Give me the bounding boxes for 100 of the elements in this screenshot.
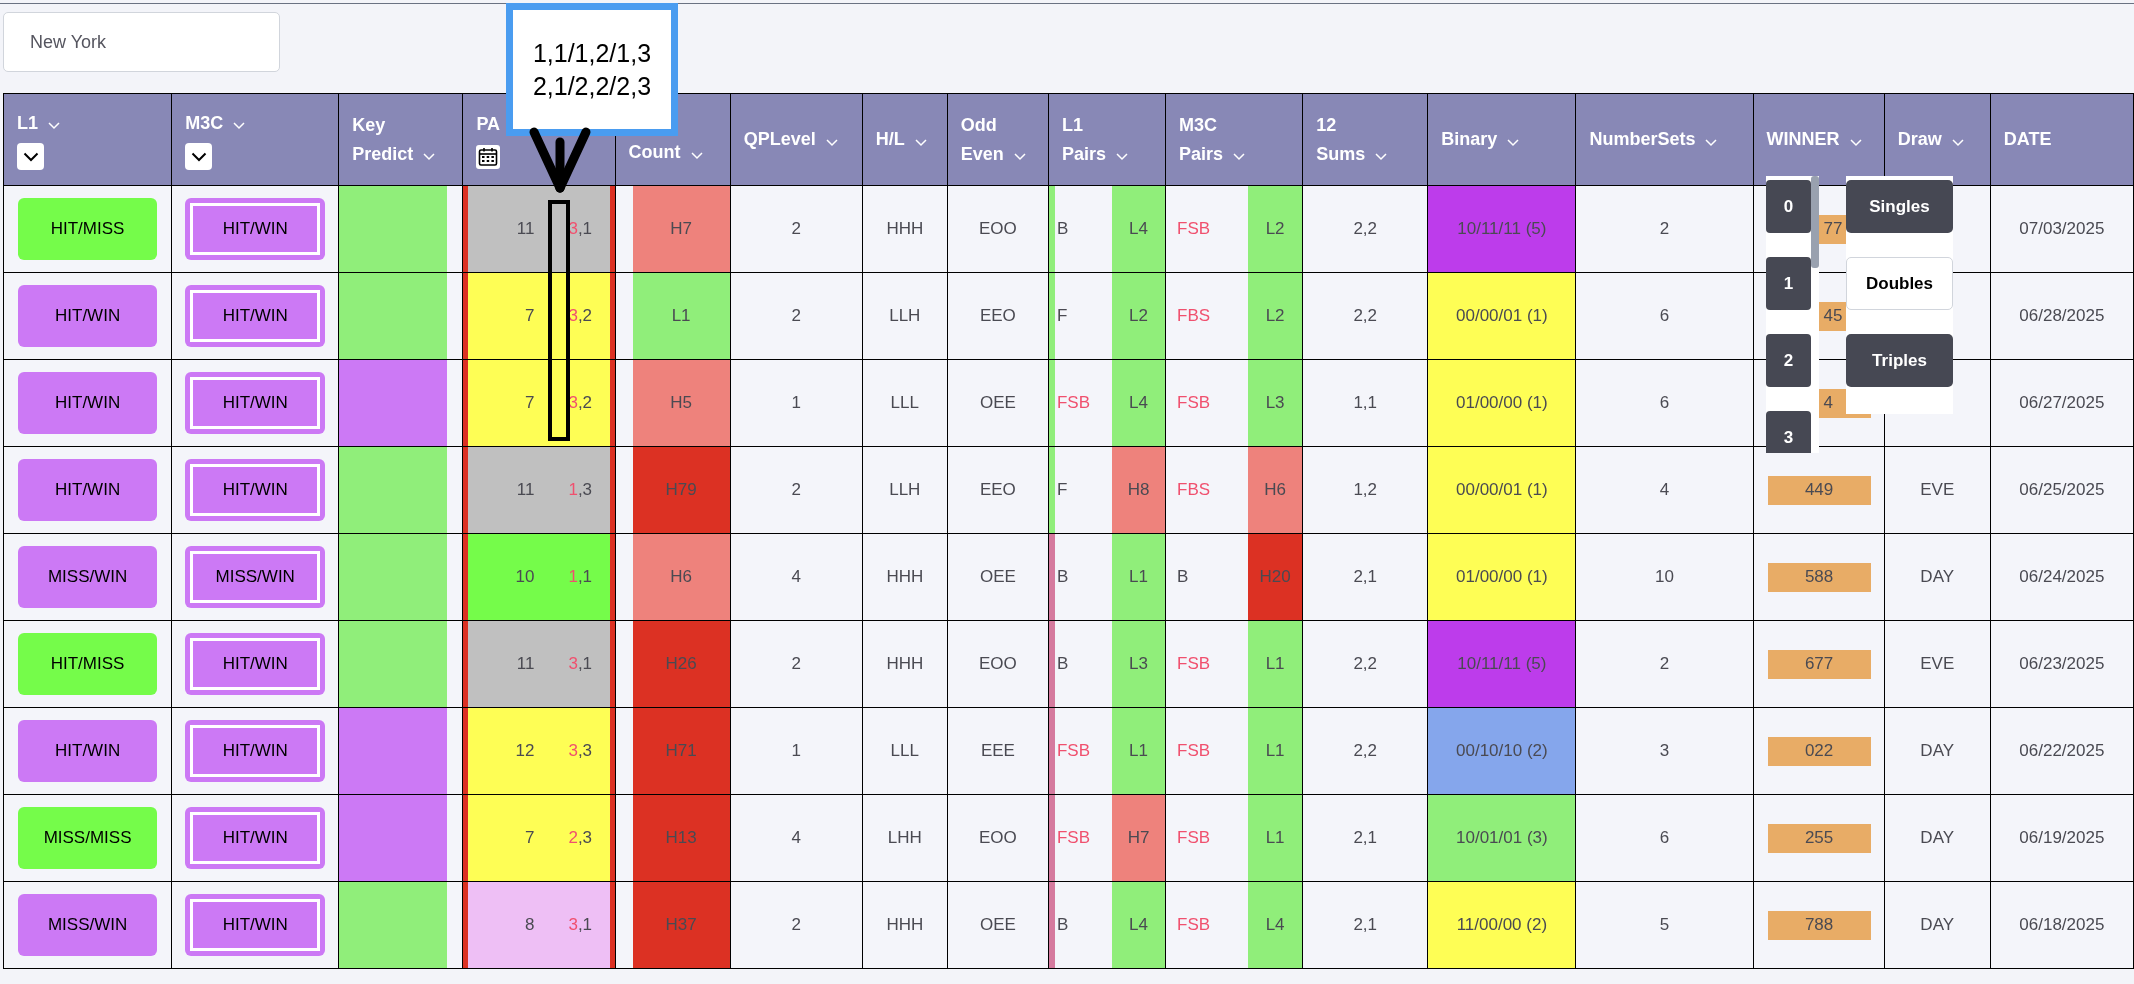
column-header: 12 Sums <box>1316 113 1366 166</box>
chevron-down-icon[interactable] <box>423 153 436 162</box>
tooltip-text: 1,1/1,2/1,3 2,1/2,2/2,3 <box>532 38 652 102</box>
calendar-icon[interactable] <box>476 144 501 169</box>
chevron-down-icon[interactable] <box>914 138 927 147</box>
set-option-button[interactable]: Doubles <box>1846 257 1953 310</box>
chevron-down-icon[interactable] <box>48 122 60 131</box>
chevron-down-icon[interactable] <box>1951 138 1964 147</box>
set-option-button[interactable]: Singles <box>1846 180 1953 233</box>
dropdown-button[interactable] <box>185 143 213 171</box>
chevron-down-icon[interactable] <box>1705 138 1718 147</box>
column-header: Binary <box>1441 128 1498 152</box>
number-sets-text: 6 <box>1659 828 1670 848</box>
number-button[interactable]: 0 <box>1766 180 1811 233</box>
chevron-down-icon[interactable] <box>825 138 838 147</box>
binary-cell: 01/00/00 (1) <box>1427 533 1576 621</box>
draw-text: DAY <box>1920 567 1955 587</box>
pair-level-cell: L1 <box>1248 708 1303 794</box>
result-button[interactable]: MISS/WIN <box>18 894 158 956</box>
chevron-down-icon[interactable] <box>1849 138 1862 147</box>
pair-value: 1,3 <box>568 479 593 502</box>
pair-sum: 10 <box>514 566 536 589</box>
chevron-down-icon[interactable] <box>1116 153 1128 162</box>
pair-sum: 7 <box>523 392 536 415</box>
qplevel-text: 1 <box>791 741 801 761</box>
count-cell: H26 <box>632 621 730 707</box>
result-button[interactable]: MISS/MISS <box>18 807 158 869</box>
pair-sum: 8 <box>523 914 536 937</box>
number-button[interactable]: 1 <box>1766 257 1811 310</box>
chevron-down-icon[interactable] <box>1233 153 1246 162</box>
result-button[interactable]: HIT/WIN <box>185 285 326 347</box>
result-button[interactable]: HIT/MISS <box>18 198 158 260</box>
column-header: M3C <box>185 111 224 135</box>
pair-tag: FSB <box>1054 738 1112 764</box>
result-button[interactable]: HIT/WIN <box>185 198 326 260</box>
pair-value: 2,3 <box>568 827 593 850</box>
sums-text: 2,2 <box>1353 741 1378 761</box>
pair-level-cell: H8 <box>1111 447 1166 533</box>
number-sets-text: 2 <box>1659 219 1670 239</box>
column-header: PA <box>476 113 501 137</box>
draw-text: DAY <box>1920 915 1955 935</box>
pair-tag: FBS <box>1166 303 1249 329</box>
pair-level-cell: L1 <box>1111 534 1166 620</box>
odd-even-text: OEE <box>979 393 1016 413</box>
chevron-down-icon[interactable] <box>1507 138 1520 147</box>
pair-tag: F <box>1054 303 1112 329</box>
pair-value: 3,3 <box>568 740 593 763</box>
result-button[interactable]: HIT/WIN <box>185 633 326 695</box>
date-text: 07/03/2025 <box>2019 219 2105 239</box>
qplevel-text: 4 <box>791 828 801 848</box>
column-header: Count <box>628 141 681 165</box>
pair-sum: 11 <box>515 653 536 676</box>
result-button[interactable]: HIT/MISS <box>18 633 158 695</box>
result-button[interactable]: HIT/WIN <box>18 459 158 521</box>
result-button[interactable]: HIT/WIN <box>18 285 158 347</box>
number-sets-text: 10 <box>1655 567 1674 587</box>
pair-level-cell: L2 <box>1111 273 1166 359</box>
chevron-down-icon <box>22 151 39 162</box>
set-option-button[interactable]: Triples <box>1846 334 1953 387</box>
result-button[interactable]: MISS/WIN <box>185 546 326 608</box>
chevron-down-icon[interactable] <box>233 122 246 131</box>
sums-text: 2,1 <box>1353 567 1378 587</box>
column-header: QPLevel <box>743 128 816 152</box>
pair-sum: 12 <box>514 740 536 763</box>
column-header: Draw <box>1897 128 1942 152</box>
number-button[interactable]: 3 <box>1766 411 1811 453</box>
result-button[interactable]: HIT/WIN <box>18 372 158 434</box>
sums-text: 2,2 <box>1353 306 1378 326</box>
sums-text: 1,2 <box>1353 480 1378 500</box>
pair-tag: FSB <box>1166 216 1249 242</box>
date-text: 06/28/2025 <box>2019 306 2105 326</box>
high-low-text: LLH <box>889 306 921 326</box>
result-button[interactable]: HIT/WIN <box>185 720 326 782</box>
date-text: 06/25/2025 <box>2019 480 2105 500</box>
pair-sum: 11 <box>515 479 536 502</box>
odd-even-text: EOO <box>979 219 1017 239</box>
pair-sum: 7 <box>523 827 536 850</box>
result-button[interactable]: HIT/WIN <box>185 807 326 869</box>
pair-tag: FSB <box>1166 390 1249 416</box>
scrollbar-thumb[interactable] <box>1811 176 1819 268</box>
count-cell: H13 <box>632 795 730 881</box>
binary-cell: 11/00/00 (2) <box>1427 881 1576 969</box>
result-button[interactable]: MISS/WIN <box>18 546 158 608</box>
result-button[interactable]: HIT/WIN <box>185 894 326 956</box>
number-button[interactable]: 2 <box>1766 334 1811 387</box>
pair-level-cell: L3 <box>1248 360 1303 446</box>
result-button[interactable]: HIT/WIN <box>185 459 326 521</box>
binary-cell: 10/11/11 (5) <box>1427 185 1576 273</box>
result-button[interactable]: HIT/WIN <box>185 372 326 434</box>
pair-tag: B <box>1054 564 1112 590</box>
chevron-down-icon[interactable] <box>1013 153 1026 162</box>
high-low-text: LLL <box>890 741 919 761</box>
pair-value: 1,1 <box>568 566 593 589</box>
result-button[interactable]: HIT/WIN <box>18 720 158 782</box>
search-field[interactable]: New York <box>3 12 280 72</box>
dropdown-button[interactable] <box>17 143 44 171</box>
winner-badge: 677 <box>1767 649 1871 679</box>
chevron-down-icon[interactable] <box>690 151 703 160</box>
pair-tag: FSB <box>1166 738 1249 764</box>
chevron-down-icon[interactable] <box>1375 153 1388 162</box>
